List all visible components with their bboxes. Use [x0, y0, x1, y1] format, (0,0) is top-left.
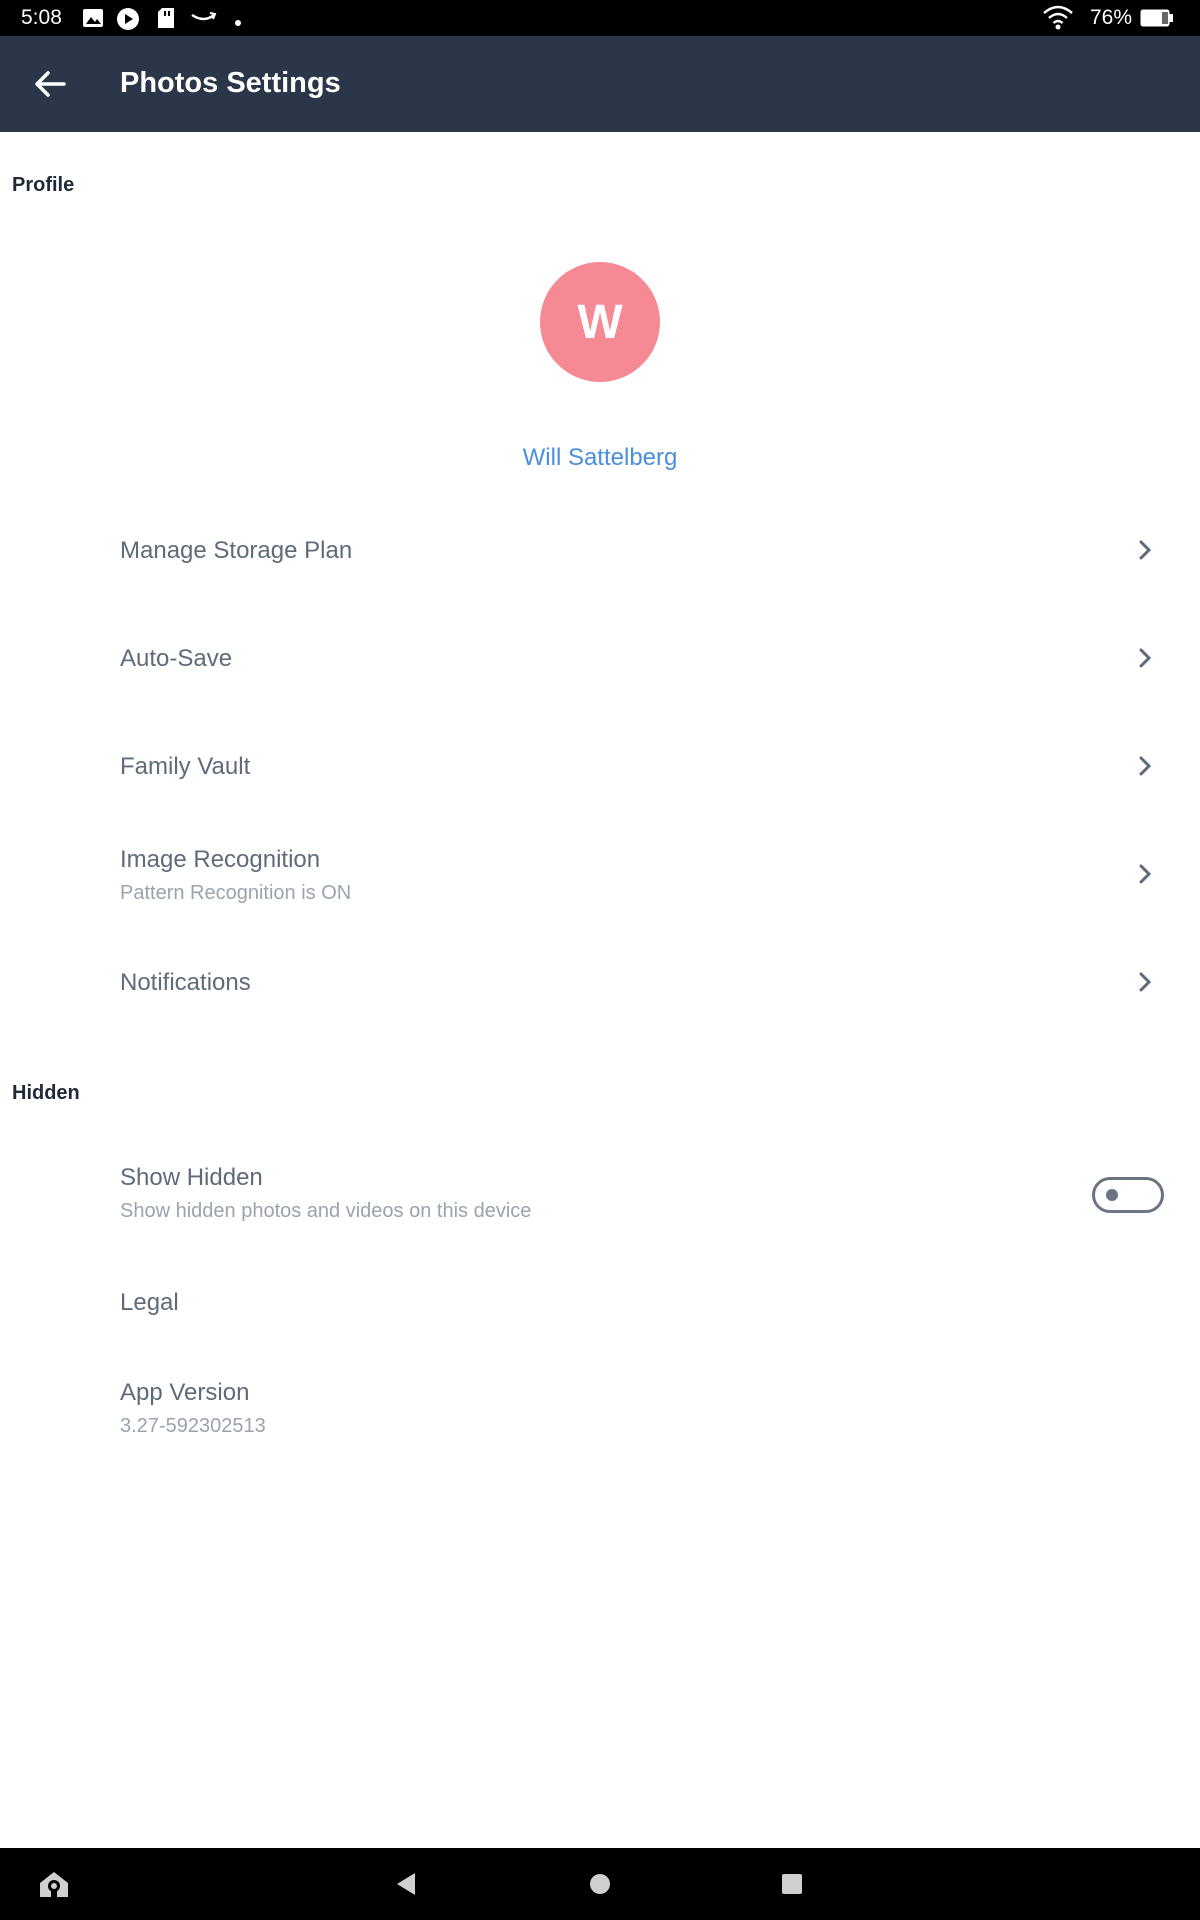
nav-home-button[interactable]	[560, 1848, 640, 1920]
row-title: Family Vault	[120, 753, 251, 780]
recents-square-icon	[782, 1874, 802, 1894]
show-hidden-toggle[interactable]	[1092, 1177, 1164, 1213]
battery-percent: 76%	[1090, 6, 1133, 29]
app-version-row: App Version 3.27-592302513	[0, 1364, 1200, 1444]
chevron-right-icon	[1139, 540, 1152, 560]
avatar[interactable]: W	[540, 262, 660, 382]
chevron-right-icon	[1139, 972, 1152, 992]
chevron-right-icon	[1139, 864, 1152, 884]
chevron-right-icon	[1139, 756, 1152, 776]
status-time: 5:08	[21, 6, 62, 29]
row-title: Legal	[120, 1289, 179, 1316]
row-title: App Version	[120, 1379, 250, 1406]
manage-storage-plan-row[interactable]: Manage Storage Plan	[0, 510, 1200, 590]
app-version-value: 3.27-592302513	[120, 1415, 266, 1437]
arrow-left-icon	[35, 71, 66, 97]
row-title: Manage Storage Plan	[120, 537, 353, 564]
alexa-home-button[interactable]	[14, 1848, 94, 1920]
alexa-home-icon	[40, 1872, 68, 1897]
play-icon	[116, 7, 140, 36]
nav-recents-button[interactable]	[752, 1848, 832, 1920]
profile-section-header: Profile	[12, 174, 75, 196]
avatar-letter: W	[577, 295, 623, 349]
back-button[interactable]	[18, 52, 82, 116]
show-hidden-row[interactable]: Show Hidden Show hidden photos and video…	[0, 1150, 1200, 1240]
chevron-right-icon	[1139, 648, 1152, 668]
row-title: Auto-Save	[120, 645, 233, 672]
image-icon	[82, 7, 104, 34]
home-circle-icon	[590, 1874, 610, 1894]
battery-icon	[1140, 9, 1174, 32]
nav-back-button[interactable]	[366, 1848, 446, 1920]
system-nav-bar	[0, 1848, 1200, 1920]
row-subtitle: Pattern Recognition is ON	[120, 882, 352, 904]
row-subtitle: Show hidden photos and videos on this de…	[120, 1200, 532, 1222]
wifi-icon	[1042, 5, 1074, 36]
sd-card-icon	[156, 7, 176, 34]
app-bar: Photos Settings	[0, 36, 1200, 132]
row-title: Notifications	[120, 969, 251, 996]
auto-save-row[interactable]: Auto-Save	[0, 618, 1200, 698]
row-title: Image Recognition	[120, 846, 321, 873]
notifications-row[interactable]: Notifications	[0, 942, 1200, 1022]
back-triangle-icon	[397, 1873, 415, 1895]
profile-name[interactable]: Will Sattelberg	[400, 444, 800, 472]
toggle-knob	[1106, 1189, 1118, 1201]
image-recognition-row[interactable]: Image Recognition Pattern Recognition is…	[0, 830, 1200, 918]
dot-icon	[234, 14, 242, 32]
page-title: Photos Settings	[120, 67, 341, 99]
row-title: Show Hidden	[120, 1164, 263, 1191]
legal-row[interactable]: Legal	[0, 1272, 1200, 1332]
hidden-section-header: Hidden	[12, 1082, 80, 1104]
amazon-smile-icon	[190, 9, 218, 30]
family-vault-row[interactable]: Family Vault	[0, 726, 1200, 806]
status-bar: 5:08 76%	[0, 0, 1200, 36]
